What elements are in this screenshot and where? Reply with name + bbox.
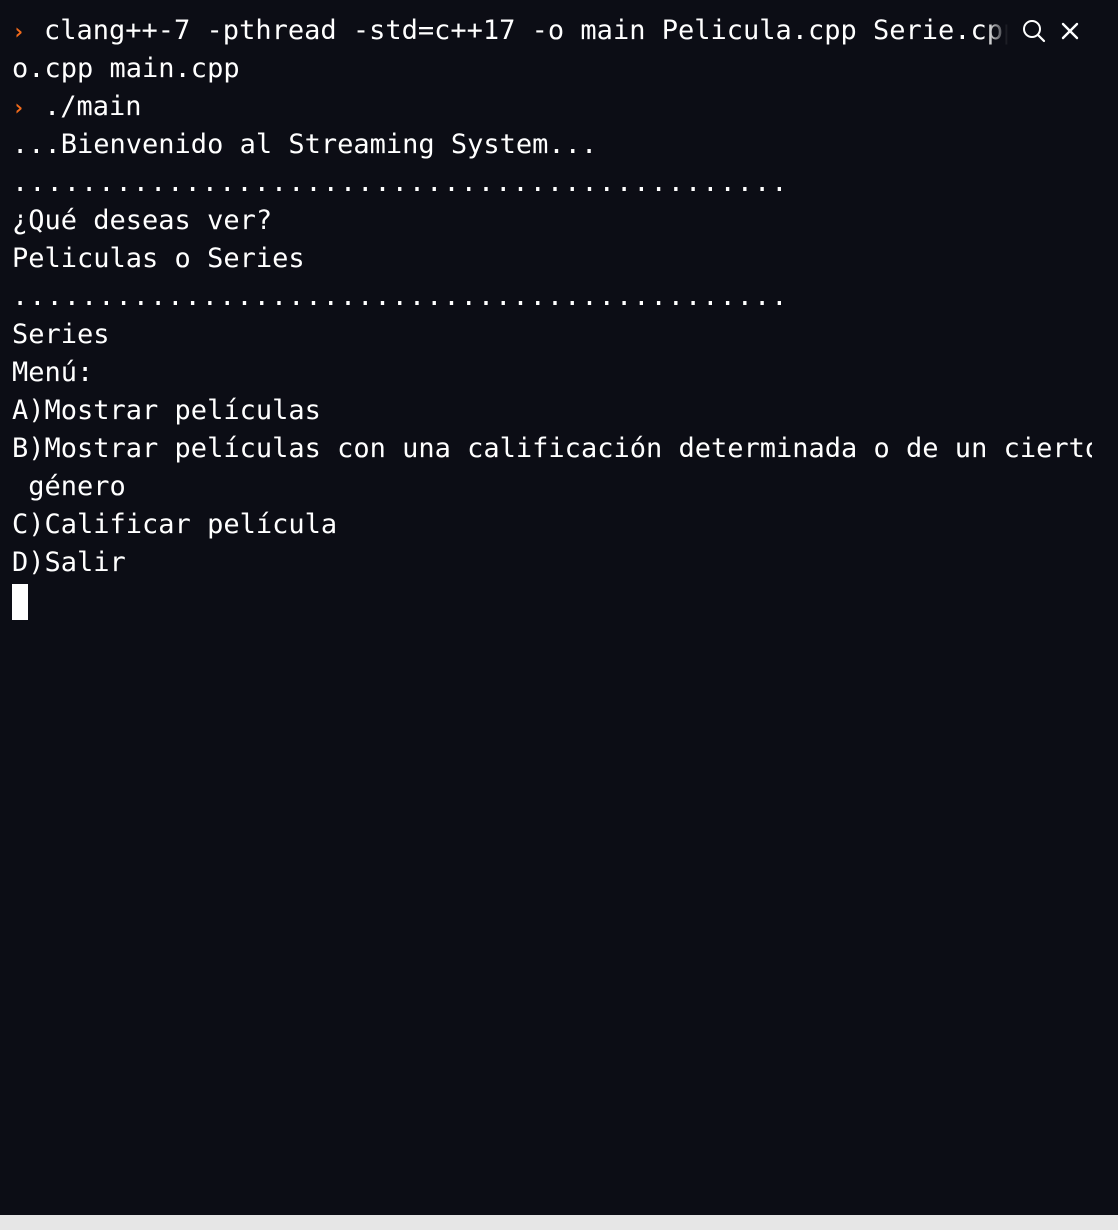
terminal-controls (986, 0, 1118, 62)
menu-item-a: A)Mostrar películas (12, 395, 321, 426)
question-prompt: ¿Qué deseas ver? (12, 205, 273, 236)
terminal-window[interactable]: › clang++-7 -pthread -std=c++17 -o main P… (0, 0, 1118, 1215)
terminal-output: › clang++-7 -pthread -std=c++17 -o main P… (12, 12, 1092, 620)
prompt-arrow-icon: › (12, 20, 26, 45)
terminal-line-wrap: o.cpp main.cpp (12, 50, 1092, 88)
search-icon (1023, 20, 1046, 43)
text-cursor[interactable] (12, 584, 28, 620)
separator-line: ........................................… (12, 281, 789, 312)
prompt-arrow-icon: › (12, 96, 26, 121)
search-button[interactable] (1016, 13, 1052, 49)
user-input-echo: Series (12, 319, 110, 350)
close-icon (1061, 22, 1079, 40)
terminal-line-command: › clang++-7 -pthread -std=c++17 -o main P… (12, 12, 1092, 50)
options-text: Peliculas o Series (12, 243, 305, 274)
welcome-banner: ...Bienvenido al Streaming System... (12, 129, 598, 160)
menu-title: Menú: (12, 357, 94, 388)
bottom-strip (0, 1215, 1118, 1230)
close-button[interactable] (1052, 13, 1088, 49)
menu-item-b-wrap: género (12, 471, 126, 502)
menu-item-c: C)Calificar película (12, 509, 338, 540)
terminal-line-command: › ./main (12, 88, 1092, 126)
menu-item-b: B)Mostrar películas con una calificación… (12, 433, 1092, 464)
command-text: clang++-7 -pthread -std=c++17 -o main Pe… (44, 15, 1092, 46)
separator-line: ........................................… (12, 167, 789, 198)
menu-item-d: D)Salir (12, 547, 126, 578)
command-wrap-text: o.cpp main.cpp (12, 53, 240, 84)
command-text: ./main (44, 91, 142, 122)
